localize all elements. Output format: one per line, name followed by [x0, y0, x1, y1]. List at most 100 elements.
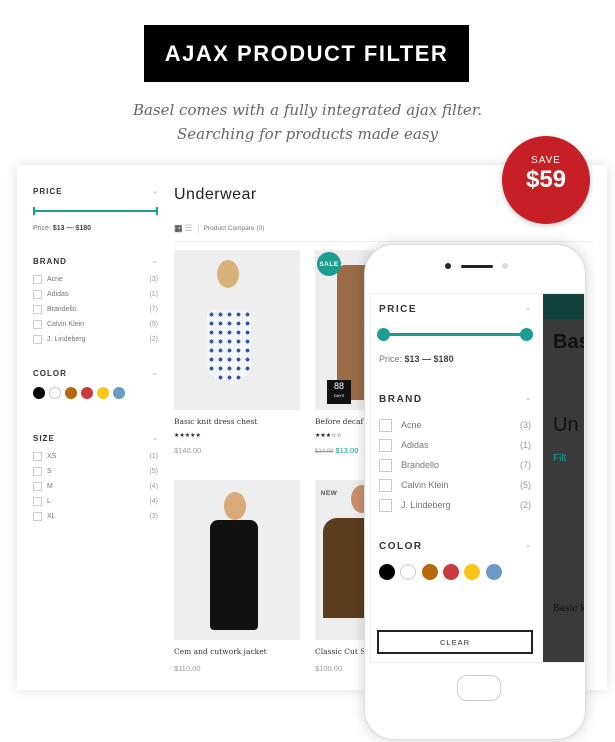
chevron-down-icon[interactable]: ⌄ [525, 394, 531, 405]
checkbox[interactable] [33, 467, 42, 476]
size-option[interactable]: XS (1) [33, 449, 158, 464]
brand-option[interactable]: Brandello (7) [33, 302, 158, 317]
brand-option[interactable]: Brandello (7) [379, 455, 531, 475]
brand-count: (3) [149, 276, 158, 283]
price-slider[interactable] [33, 207, 158, 215]
sale-price: $13.00 [335, 446, 359, 455]
size-option[interactable]: S (5) [33, 464, 158, 479]
rating-stars: ★★★☆☆ [315, 433, 342, 439]
product-name[interactable]: Classic Cut San [315, 647, 365, 656]
checkbox[interactable] [33, 275, 42, 284]
color-swatch[interactable] [421, 564, 438, 580]
product-compare-link[interactable]: Product Compare (0) [204, 225, 265, 232]
size-option[interactable]: L (4) [33, 494, 158, 509]
product-price: $140.00 [174, 446, 202, 455]
rating-stars: ★★★★★ [174, 433, 201, 439]
price-range: $13 — $180 [404, 354, 454, 364]
color-swatch[interactable] [379, 564, 395, 580]
size-count: (1) [149, 453, 158, 460]
product-name[interactable]: Cem and cutwork jacket [174, 647, 267, 656]
product-price: $100.00 [315, 664, 343, 673]
subtitle-line-2: Searching for products made easy [176, 125, 439, 143]
size-count: (5) [149, 468, 158, 475]
checkbox[interactable] [33, 320, 42, 329]
size-name: S [47, 468, 52, 475]
brand-option[interactable]: Calvin Klein (5) [33, 317, 158, 332]
chevron-down-icon[interactable]: ⌄ [152, 434, 158, 443]
brand-option[interactable]: Acne (3) [379, 415, 531, 435]
save-label: SAVE [531, 155, 561, 166]
brand-option[interactable]: J. Lindeberg (2) [33, 332, 158, 347]
phone-filter-panel: PRICE ⌄ Price: $13 — $180 BRAND ⌄ Acne (3) … [377, 304, 533, 585]
checkbox[interactable] [33, 305, 42, 314]
color-swatch[interactable] [97, 387, 109, 399]
brand-option[interactable]: J. Lindeberg (2) [379, 495, 531, 515]
checkbox[interactable] [33, 335, 42, 344]
brand-option[interactable]: Adidas (1) [379, 435, 531, 455]
product-name[interactable]: Before decaf pl [315, 417, 365, 426]
brand-name: Adidas [47, 291, 69, 298]
brand-option[interactable]: Acne (3) [33, 272, 158, 287]
brand-count: (5) [149, 321, 158, 328]
color-swatch[interactable] [485, 564, 502, 580]
home-button[interactable] [457, 675, 501, 701]
list-view-icon[interactable]: ☰ [185, 223, 193, 234]
color-swatch[interactable] [400, 564, 417, 580]
product-name[interactable]: Basic knit dress chest [174, 417, 257, 426]
color-swatches [379, 564, 531, 585]
size-name: M [47, 483, 53, 490]
size-name: XS [47, 453, 57, 460]
grid-view-icon[interactable]: ▦ [174, 223, 183, 234]
checkbox[interactable] [33, 512, 42, 521]
brand-count: (1) [149, 291, 158, 298]
save-badge: SAVE $59 [502, 136, 590, 224]
toolbar: ▦ ☰ Product Compare (0) [174, 223, 594, 242]
color-swatch[interactable] [49, 387, 61, 399]
product-image[interactable] [174, 480, 300, 640]
color-swatch[interactable] [81, 387, 93, 399]
brand-name: Brandello [47, 306, 77, 313]
background-page: Bas Un Filt Basic k [543, 294, 584, 662]
old-price: $14.00 [315, 449, 334, 455]
size-count: (4) [149, 483, 158, 490]
price-range: $13 — $180 [52, 225, 92, 232]
color-swatch[interactable] [65, 387, 77, 399]
camera-icon [445, 263, 451, 269]
product-price: $110.00 [174, 664, 201, 673]
price-slider[interactable] [377, 328, 533, 341]
checkbox[interactable] [33, 497, 42, 506]
size-option[interactable]: M (4) [33, 479, 158, 494]
brand-option[interactable]: Adidas (1) [33, 287, 158, 302]
color-swatch[interactable] [464, 564, 481, 580]
chevron-down-icon[interactable]: ⌄ [152, 257, 158, 266]
brand-name: Calvin Klein [47, 321, 84, 328]
product-image[interactable] [174, 250, 300, 410]
brand-name: Acne [47, 276, 63, 283]
brand-filter-title: BRAND [33, 257, 67, 266]
brand-count: (2) [149, 336, 158, 343]
size-list: XS (1) S (5) M (4) L (4) XL (3) [33, 449, 158, 524]
clear-button[interactable]: CLEAR [377, 630, 533, 654]
slider-handle-min[interactable] [377, 328, 390, 341]
checkbox[interactable] [33, 452, 42, 461]
color-swatches [33, 386, 158, 404]
category-title: Underwear [174, 186, 257, 203]
chevron-down-icon[interactable]: ⌄ [152, 369, 158, 378]
slider-handle-max[interactable] [520, 328, 533, 341]
chevron-down-icon[interactable]: ⌄ [525, 541, 531, 552]
brand-option[interactable]: Calvin Klein (5) [379, 475, 531, 495]
size-option[interactable]: XL (3) [33, 509, 158, 524]
brand-list: Acne (3) Adidas (1) Brandello (7) Calvin Kl… [33, 272, 158, 347]
save-amount: $59 [525, 166, 567, 193]
checkbox[interactable] [33, 482, 42, 491]
size-name: L [47, 498, 51, 505]
price-filter-title: PRICE [379, 304, 418, 315]
brand-filter-title: BRAND [379, 394, 423, 405]
new-badge: NEW [317, 481, 341, 505]
color-swatch[interactable] [33, 387, 45, 399]
checkbox[interactable] [33, 290, 42, 299]
chevron-down-icon[interactable]: ⌄ [152, 187, 158, 196]
color-swatch[interactable] [442, 564, 459, 580]
chevron-down-icon[interactable]: ⌄ [525, 304, 531, 315]
color-swatch[interactable] [113, 387, 125, 399]
